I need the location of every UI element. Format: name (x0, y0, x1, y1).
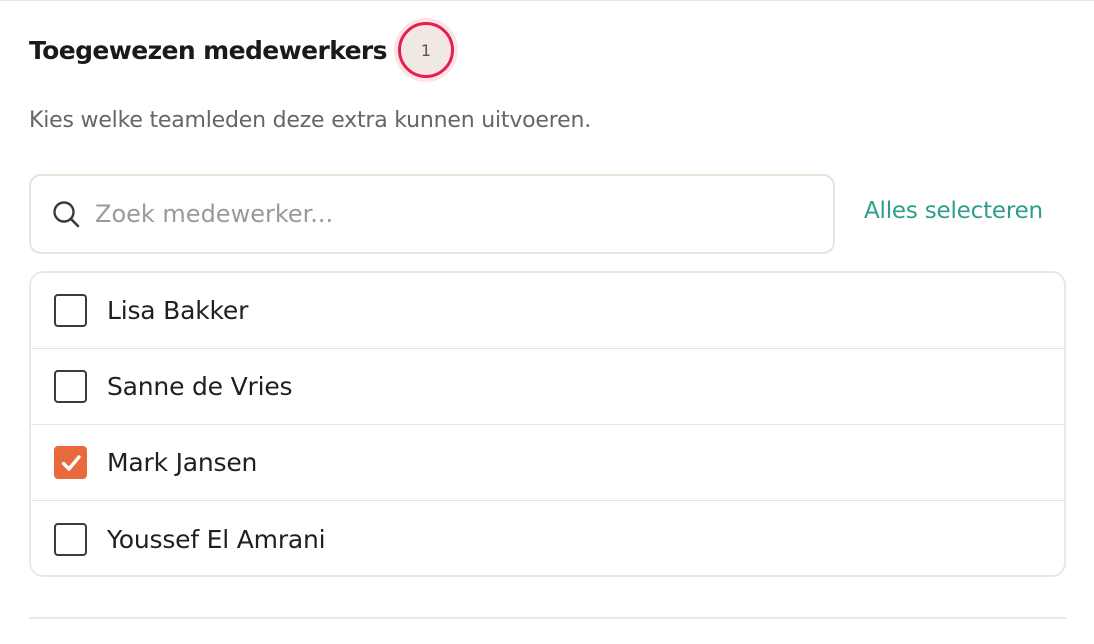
search-input[interactable] (95, 200, 795, 228)
member-name: Sanne de Vries (107, 372, 293, 401)
member-row-youssef-el-amrani[interactable]: Youssef El Amrani (31, 501, 1064, 575)
member-name: Youssef El Amrani (107, 524, 326, 554)
member-checkbox[interactable] (54, 446, 87, 479)
count-badge-highlight: 1 (393, 18, 458, 82)
member-list: Lisa Bakker Sanne de Vries Mark Jansen Y… (29, 271, 1066, 577)
member-row-sanne-de-vries[interactable]: Sanne de Vries (31, 349, 1064, 425)
search-icon (53, 201, 80, 228)
member-name: Mark Jansen (107, 448, 258, 477)
member-checkbox[interactable] (54, 370, 87, 403)
search-box[interactable] (29, 174, 835, 254)
bottom-divider (29, 617, 1066, 619)
section-title: Toegewezen medewerkers (29, 35, 388, 65)
checkmark-icon (61, 454, 81, 471)
top-divider (0, 0, 1094, 1)
section-description: Kies welke teamleden deze extra kunnen u… (29, 108, 591, 133)
count-badge-outline: 1 (397, 22, 454, 78)
count-badge: 1 (404, 28, 448, 72)
section-header: Toegewezen medewerkers 1 (29, 18, 458, 82)
member-name: Lisa Bakker (107, 296, 249, 325)
member-checkbox[interactable] (54, 522, 87, 556)
member-row-lisa-bakker[interactable]: Lisa Bakker (31, 273, 1064, 349)
select-all-link[interactable]: Alles selecteren (864, 198, 1043, 224)
member-row-mark-jansen[interactable]: Mark Jansen (31, 425, 1064, 501)
member-checkbox[interactable] (54, 294, 87, 327)
